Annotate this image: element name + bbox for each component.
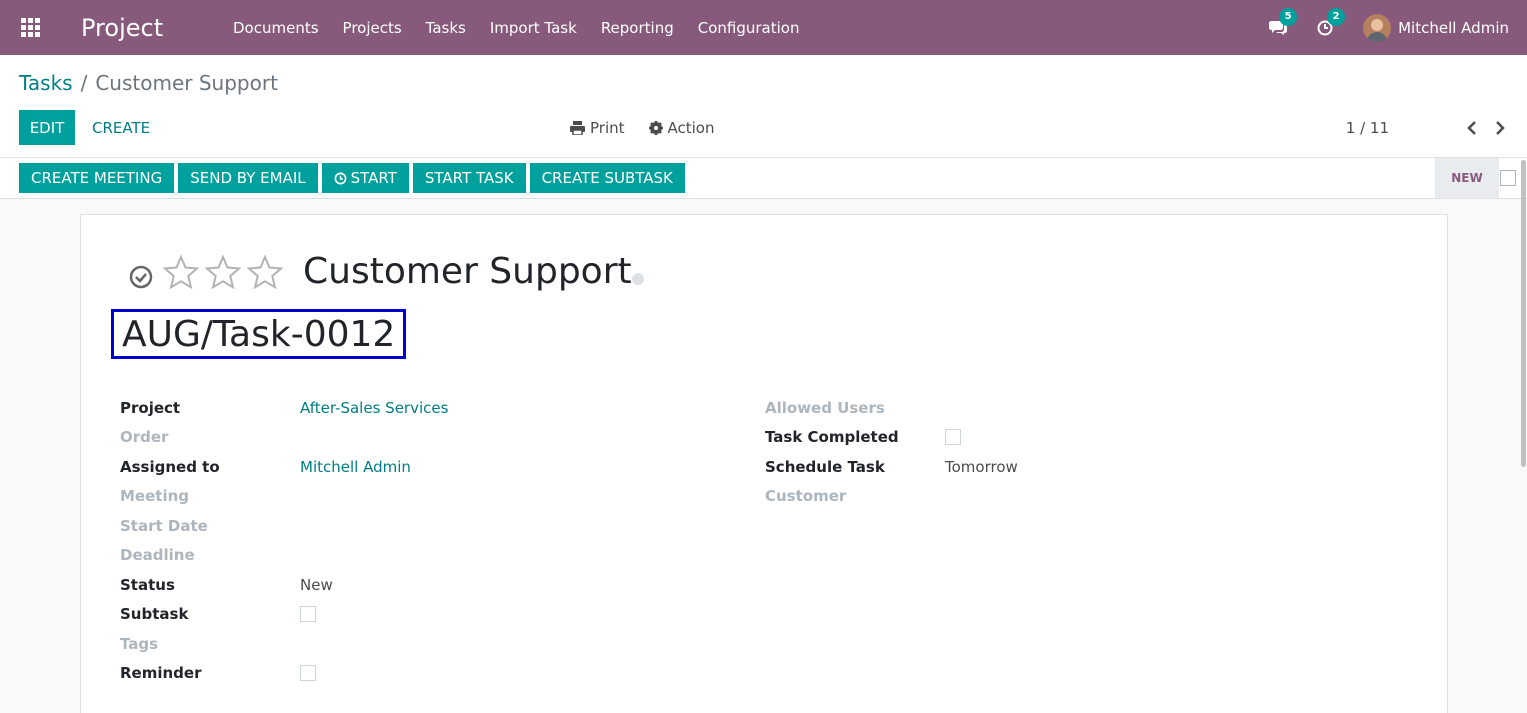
print-menu[interactable]: Print	[570, 119, 625, 137]
field-label: Customer	[765, 487, 847, 506]
chevron-left-icon	[1467, 120, 1476, 135]
task-reference-highlight: AUG/Task-0012	[111, 309, 407, 359]
statusbar-buttons: CREATE MEETING SEND BY EMAIL START START…	[19, 163, 689, 193]
pager-value[interactable]: 1 / 11	[1346, 110, 1389, 145]
start-label: START	[350, 169, 397, 187]
field-label: Status	[120, 575, 175, 594]
menu-tasks[interactable]: Tasks	[426, 19, 466, 37]
field-task-completed: Task Completed	[765, 423, 1018, 453]
systray: 5 2 Mitchell Admin	[1269, 0, 1509, 55]
menu-documents[interactable]: Documents	[233, 19, 319, 37]
chevron-right-icon	[1496, 120, 1505, 135]
menu-reporting[interactable]: Reporting	[601, 19, 674, 37]
user-name[interactable]: Mitchell Admin	[1398, 19, 1509, 37]
scrollbar[interactable]	[1521, 160, 1526, 467]
field-label: Meeting	[120, 487, 190, 506]
clock-icon	[334, 172, 347, 184]
stage-new[interactable]: NEW	[1435, 158, 1499, 198]
field-allowed-users: Allowed Users	[765, 393, 1018, 423]
star-icon[interactable]	[205, 254, 241, 289]
field-label: Order	[120, 428, 169, 447]
reminder-checkbox[interactable]	[300, 665, 316, 682]
priority-stars	[163, 254, 289, 289]
edit-button[interactable]: EDIT	[19, 110, 75, 145]
schedule-task-value[interactable]: Tomorrow	[945, 458, 1018, 476]
title-row: Customer Support	[129, 251, 644, 292]
form-sheet: Customer Support AUG/Task-0012 Project A…	[80, 214, 1448, 713]
status-value: New	[300, 575, 333, 594]
field-label: Task Completed	[765, 428, 899, 447]
field-label: Assigned to	[120, 457, 220, 476]
activities-menu[interactable]: 2	[1317, 7, 1346, 36]
control-panel: Tasks / Customer Support EDIT CREATE Pri…	[0, 55, 1527, 158]
send-by-email-button[interactable]: SEND BY EMAIL	[178, 163, 318, 193]
user-avatar[interactable]	[1363, 13, 1392, 42]
menu-configuration[interactable]: Configuration	[698, 19, 800, 37]
action-menu[interactable]: Action	[648, 118, 715, 137]
field-label: Project	[120, 398, 181, 417]
task-completed-checkbox[interactable]	[945, 429, 961, 446]
stage-checkbox[interactable]	[1500, 170, 1516, 186]
breadcrumb: Tasks / Customer Support	[19, 71, 278, 95]
task-title: Customer Support	[303, 251, 632, 292]
activities-count-badge: 2	[1327, 7, 1346, 26]
gear-icon	[648, 120, 663, 135]
project-link[interactable]: After-Sales Services	[300, 399, 448, 417]
task-reference: AUG/Task-0012	[122, 313, 396, 355]
field-project: Project After-Sales Services	[120, 393, 448, 423]
messages-menu[interactable]: 5	[1269, 7, 1298, 36]
create-button[interactable]: CREATE	[92, 110, 150, 145]
pager-buttons	[1449, 110, 1505, 145]
field-meeting: Meeting	[120, 482, 448, 512]
start-task-button[interactable]: START TASK	[412, 163, 526, 193]
breadcrumb-tasks-link[interactable]: Tasks	[19, 71, 73, 95]
field-label: Allowed Users	[765, 398, 885, 417]
top-navbar: Project Documents Projects Tasks Import …	[0, 0, 1527, 55]
field-schedule-task: Schedule Task Tomorrow	[765, 452, 1018, 482]
apps-menu-icon[interactable]	[0, 0, 60, 55]
pager-next-button[interactable]	[1495, 120, 1505, 135]
messages-count-badge: 5	[1279, 7, 1298, 26]
pager-previous-button[interactable]	[1467, 120, 1477, 135]
field-subtask: Subtask	[120, 600, 448, 630]
app-name[interactable]: Project	[81, 14, 233, 42]
field-tags: Tags	[120, 629, 448, 659]
field-deadline: Deadline	[120, 541, 448, 571]
menu-projects[interactable]: Projects	[343, 19, 402, 37]
field-start-date: Start Date	[120, 511, 448, 541]
action-bar: Print Action	[570, 110, 739, 145]
kanban-state-dot[interactable]	[631, 272, 644, 285]
star-icon[interactable]	[163, 254, 199, 289]
right-fields: Allowed Users Task Completed Schedule Ta…	[765, 393, 1018, 511]
start-button[interactable]: START	[321, 163, 409, 193]
breadcrumb-current: Customer Support	[95, 71, 278, 95]
create-subtask-button[interactable]: CREATE SUBTASK	[529, 163, 685, 193]
assigned-user-link[interactable]: Mitchell Admin	[300, 458, 411, 476]
print-label: Print	[590, 118, 625, 137]
create-meeting-button[interactable]: CREATE MEETING	[19, 163, 175, 193]
field-assigned-to: Assigned to Mitchell Admin	[120, 452, 448, 482]
field-label: Reminder	[120, 664, 202, 683]
check-circle-icon[interactable]	[129, 265, 153, 289]
field-label: Schedule Task	[765, 457, 885, 476]
action-label: Action	[667, 118, 715, 137]
field-label: Tags	[120, 634, 159, 653]
subtask-checkbox[interactable]	[300, 606, 316, 623]
star-icon[interactable]	[247, 254, 283, 289]
field-status: Status New	[120, 570, 448, 600]
menu-import-task[interactable]: Import Task	[490, 19, 577, 37]
print-icon	[570, 120, 585, 135]
field-label: Start Date	[120, 516, 208, 535]
field-label: Deadline	[120, 546, 195, 565]
main-menu: Documents Projects Tasks Import Task Rep…	[233, 19, 823, 37]
field-label: Subtask	[120, 605, 189, 624]
field-reminder: Reminder	[120, 659, 448, 689]
form-statusbar: CREATE MEETING SEND BY EMAIL START START…	[0, 158, 1527, 199]
left-fields: Project After-Sales Services Order Assig…	[120, 393, 448, 688]
field-order: Order	[120, 423, 448, 453]
breadcrumb-separator: /	[80, 71, 88, 95]
field-customer: Customer	[765, 482, 1018, 512]
